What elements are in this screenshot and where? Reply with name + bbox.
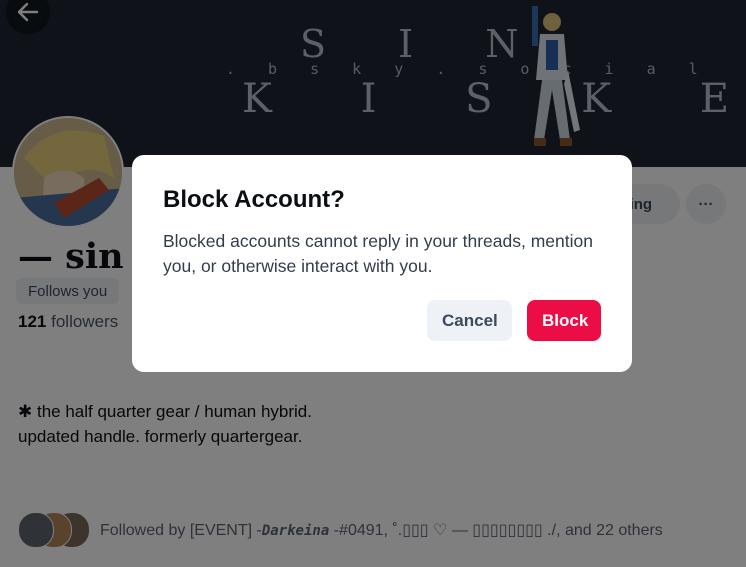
dialog-title: Block Account? [163, 186, 345, 213]
block-button[interactable]: Block [527, 300, 601, 341]
block-account-dialog: Block Account? Blocked accounts cannot r… [132, 155, 632, 372]
cancel-button[interactable]: Cancel [427, 300, 512, 341]
dialog-message: Blocked accounts cannot reply in your th… [163, 231, 593, 276]
dialog-actions: Cancel Block [427, 300, 601, 341]
